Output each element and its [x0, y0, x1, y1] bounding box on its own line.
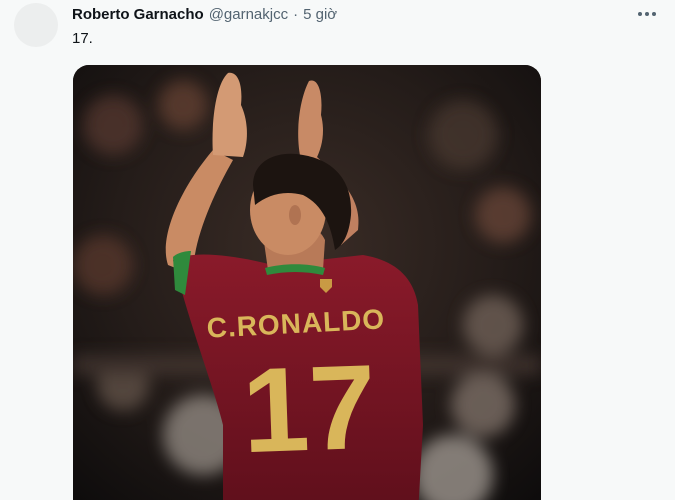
separator-dot: · — [293, 6, 299, 23]
more-horizontal-icon[interactable] — [635, 4, 659, 24]
author-name[interactable]: Roberto Garnacho — [72, 6, 204, 23]
tweet-header: Roberto Garnacho @garnakjcc · 5 giờ — [72, 6, 337, 23]
avatar[interactable] — [14, 3, 58, 47]
tweet-card[interactable]: Roberto Garnacho @garnakjcc · 5 giờ 17. — [0, 0, 675, 500]
tweet-photo[interactable]: C.RONALDO 17 — [73, 65, 541, 500]
jersey-number: 17 — [240, 340, 378, 479]
player-photo-illustration: C.RONALDO 17 — [73, 65, 541, 500]
tweet-text: 17. — [72, 30, 93, 47]
tweet-time[interactable]: 5 giờ — [303, 6, 337, 23]
author-handle[interactable]: @garnakjcc — [209, 6, 288, 23]
